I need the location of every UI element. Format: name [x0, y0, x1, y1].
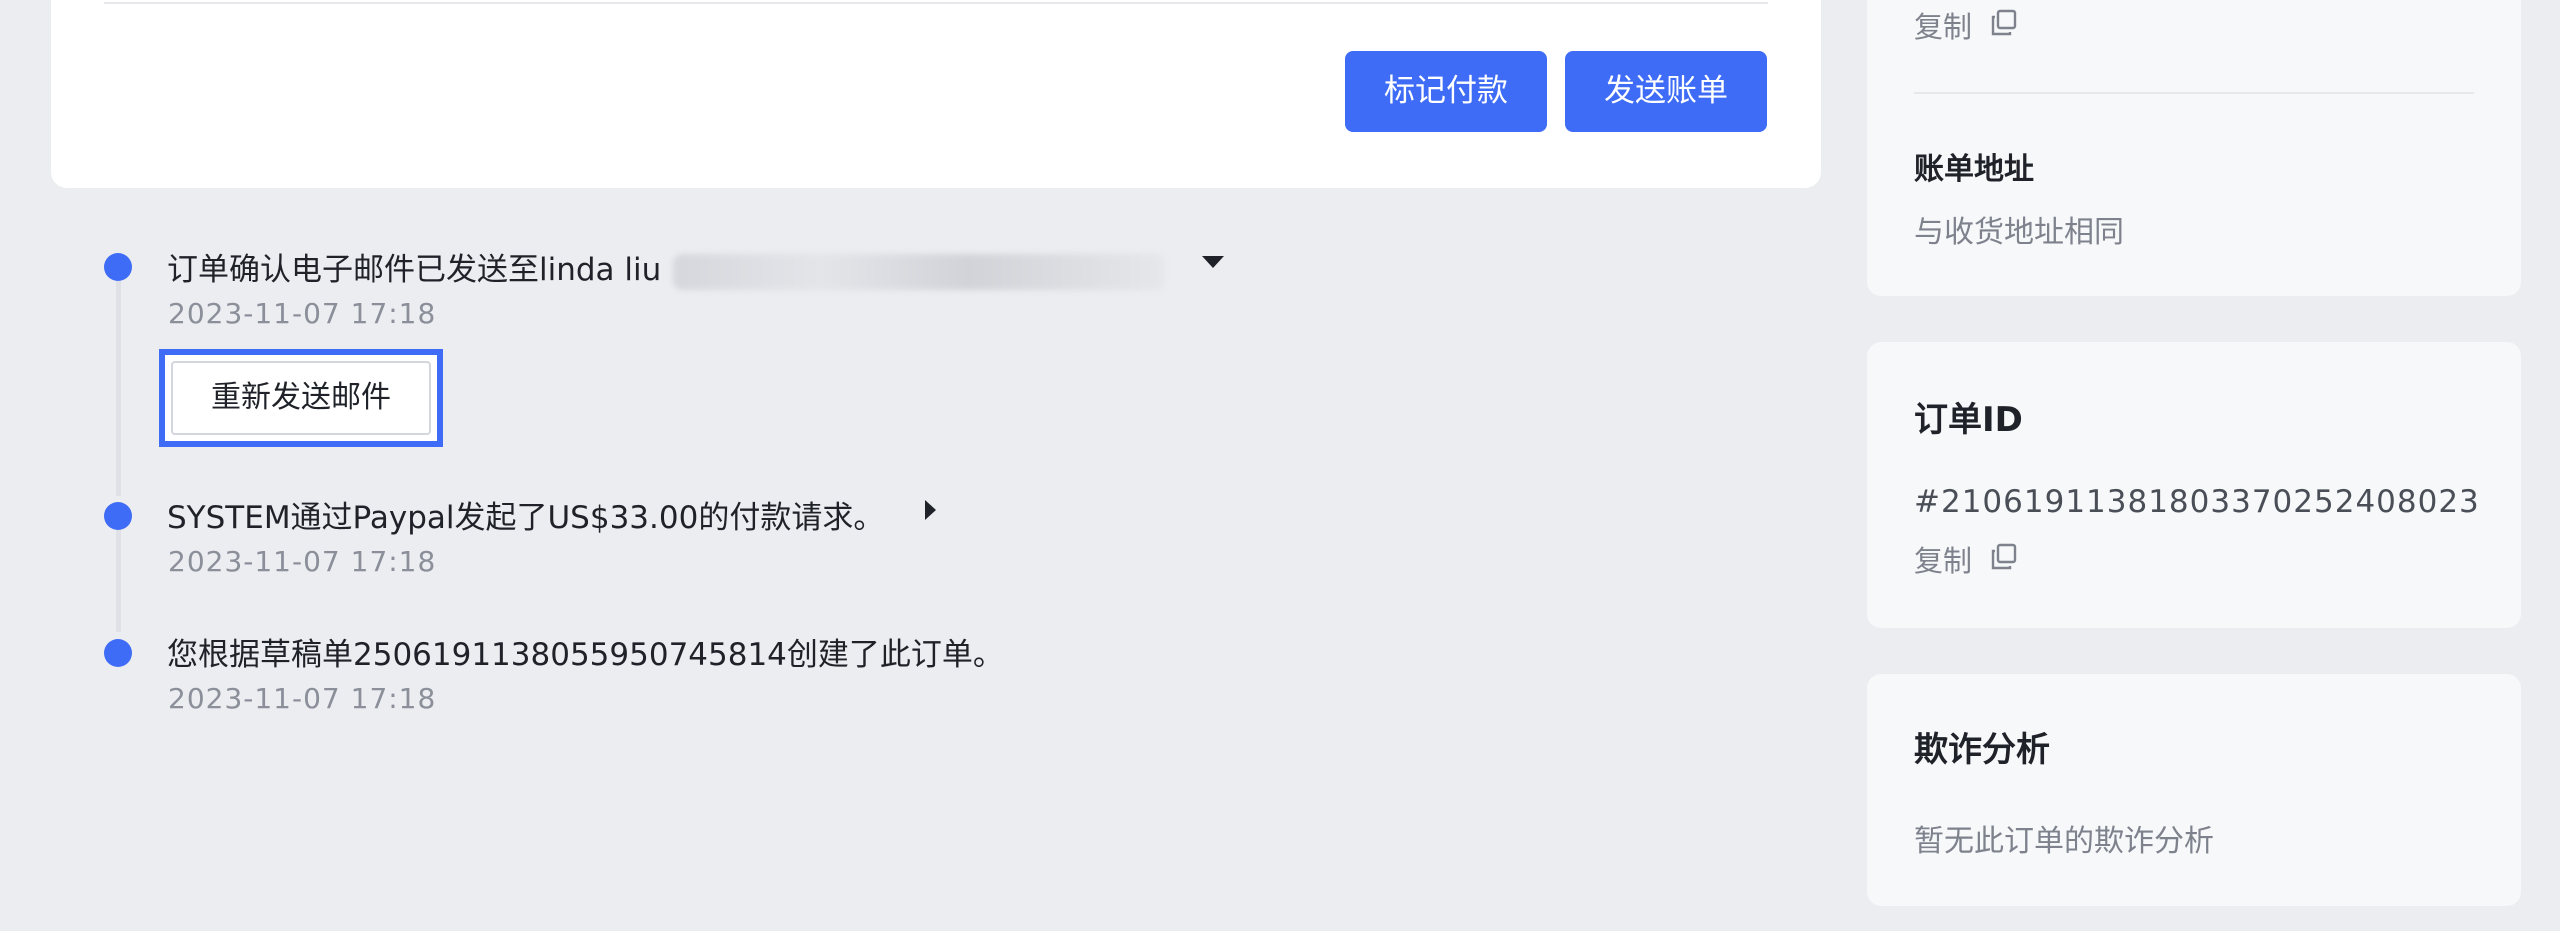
- section-divider: [1914, 92, 2474, 94]
- caret-down-icon[interactable]: [1202, 256, 1224, 268]
- copy-label: 复制: [1914, 544, 1973, 578]
- timeline-dot: [104, 253, 132, 281]
- fraud-analysis-value: 暂无此订单的欺诈分析: [1914, 824, 2214, 859]
- resend-email-button[interactable]: 重新发送邮件: [171, 361, 431, 435]
- timeline-event-text: 订单确认电子邮件已发送至linda liu: [167, 252, 662, 288]
- card-divider: [104, 2, 1768, 4]
- order-id-card: 订单ID #210619113818033702524080​23 复制: [1867, 342, 2521, 628]
- fraud-analysis-title: 欺诈分析: [1914, 730, 2050, 770]
- order-id-value: #210619113818033702524080​23: [1914, 484, 2480, 520]
- copy-link[interactable]: 复制: [1914, 4, 1972, 46]
- billing-address-card: 复制 账单地址 与收货地址相同: [1867, 0, 2521, 296]
- timeline-dot: [104, 639, 132, 667]
- timeline-event-time: 2023-11-07 17:18: [168, 545, 437, 578]
- copy-icon[interactable]: [1989, 8, 2019, 38]
- timeline-event-time: 2023-11-07 17:18: [168, 682, 437, 715]
- send-bill-button[interactable]: 发送账单: [1565, 51, 1767, 132]
- billing-address-value: 与收货地址相同: [1914, 215, 2124, 250]
- timeline-event-title: 您根据草稿单250619113805595074581​4创建了此订单。: [167, 637, 1004, 673]
- copy-icon[interactable]: [1989, 542, 2019, 572]
- timeline-dot: [104, 502, 132, 530]
- copy-label: 复制: [1914, 10, 1973, 44]
- timeline-event-title: SYSTEM通过Paypal发起了US$33.00的付款请求。: [167, 500, 885, 536]
- order-summary-card: 标记付款 发送账单: [51, 0, 1821, 188]
- fraud-analysis-card: 欺诈分析 暂无此订单的欺诈分析: [1867, 674, 2521, 906]
- copy-link[interactable]: 复制: [1914, 538, 1972, 580]
- blurred-email-address: [673, 253, 1166, 290]
- timeline-event-time: 2023-11-07 17:18: [168, 297, 437, 330]
- billing-address-label: 账单地址: [1914, 152, 2034, 187]
- caret-right-icon[interactable]: [925, 500, 936, 520]
- order-id-title: 订单ID: [1914, 400, 2023, 440]
- timeline-connector: [116, 278, 121, 496]
- timeline-connector: [116, 528, 121, 632]
- resend-email-focus-ring: 重新发送邮件: [159, 349, 443, 447]
- timeline-event-title: 订单确认电子邮件已发送至linda liu: [167, 244, 1166, 290]
- mark-paid-button[interactable]: 标记付款: [1345, 51, 1547, 132]
